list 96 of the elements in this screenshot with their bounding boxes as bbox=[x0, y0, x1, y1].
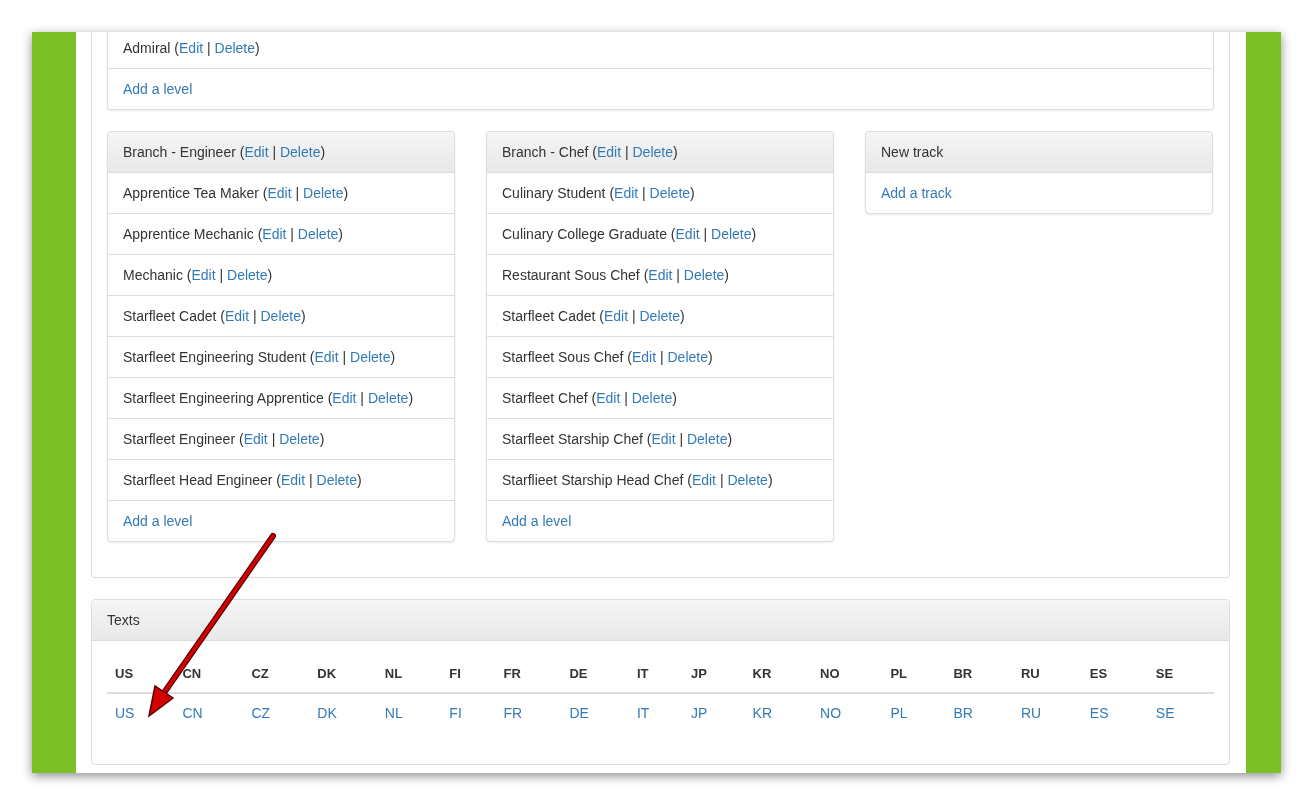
level-label: Culinary Student (Edit | Delete) bbox=[502, 185, 695, 201]
action-link[interactable]: Edit bbox=[243, 431, 268, 447]
action-link[interactable]: Edit bbox=[675, 226, 700, 242]
action-link[interactable]: Delete bbox=[350, 349, 391, 365]
language-link[interactable]: KR bbox=[752, 705, 773, 721]
column-header: BR bbox=[945, 656, 1013, 693]
language-link[interactable]: NO bbox=[820, 705, 842, 721]
action-link[interactable]: Edit bbox=[262, 226, 287, 242]
action-link[interactable]: Delete bbox=[303, 185, 344, 201]
action-link[interactable]: Edit bbox=[281, 472, 306, 488]
level-label: Mechanic (Edit | Delete) bbox=[123, 267, 273, 283]
action-link[interactable]: Edit bbox=[224, 308, 250, 324]
action-link[interactable]: Edit bbox=[191, 267, 216, 283]
column-header: KR bbox=[744, 656, 813, 693]
action-link[interactable]: Delete bbox=[711, 226, 752, 242]
level-label: Starfleet Chef (Edit | Delete) bbox=[502, 390, 677, 406]
language-link[interactable]: FR bbox=[503, 705, 523, 721]
action-link[interactable]: Delete bbox=[686, 431, 728, 447]
column-header: CZ bbox=[243, 656, 310, 693]
action-link[interactable]: Edit bbox=[244, 144, 269, 160]
language-link[interactable]: CN bbox=[182, 705, 203, 721]
level-label: Starfleet Cadet (Edit | Delete) bbox=[502, 308, 685, 324]
language-link[interactable]: US bbox=[115, 705, 135, 721]
action-link[interactable]: Delete bbox=[632, 144, 673, 160]
level-label: Starfleet Engineer (Edit | Delete) bbox=[123, 431, 325, 447]
action-link[interactable]: Edit bbox=[614, 185, 639, 201]
column-header: NL bbox=[376, 656, 442, 693]
action-link[interactable]: Delete bbox=[279, 431, 320, 447]
panel-title: Texts bbox=[107, 612, 140, 628]
action-link[interactable]: Delete bbox=[227, 267, 268, 283]
level-label: Admiral (Edit | Delete) bbox=[123, 40, 260, 56]
column-header: FI bbox=[441, 656, 496, 693]
level-label: Apprentice Tea Maker (Edit | Delete) bbox=[123, 185, 349, 201]
language-link[interactable]: JP bbox=[691, 705, 708, 721]
level-label: Starfleet Starship Chef (Edit | Delete) bbox=[502, 431, 733, 447]
action-link[interactable]: Edit bbox=[596, 390, 621, 406]
level-label: Starfleet Engineering Student (Edit | Delete) bbox=[123, 349, 396, 365]
level-label: Starfleet Engineering Apprentice (Edit | Delete) bbox=[123, 390, 414, 406]
action-link[interactable]: Delete bbox=[727, 472, 768, 488]
action-link[interactable]: Delete bbox=[639, 308, 680, 324]
action-link[interactable]: Delete bbox=[279, 144, 321, 160]
action-link[interactable]: Edit bbox=[648, 267, 673, 283]
action-link[interactable]: Edit bbox=[691, 472, 716, 488]
level-label: Restaurant Sous Chef (Edit | Delete) bbox=[502, 267, 729, 283]
action-link[interactable]: Delete bbox=[683, 267, 725, 283]
language-link[interactable]: PL bbox=[890, 705, 908, 721]
level-label: Apprentice Mechanic (Edit | Delete) bbox=[123, 226, 343, 242]
column-header: RU bbox=[1012, 656, 1082, 693]
language-link[interactable]: BR bbox=[953, 705, 973, 721]
action-link[interactable]: Delete bbox=[260, 308, 301, 324]
language-link[interactable]: SE bbox=[1155, 705, 1175, 721]
action-link[interactable]: Edit bbox=[332, 390, 357, 406]
column-header: FR bbox=[495, 656, 562, 693]
level-label: Starfleet Sous Chef (Edit | Delete) bbox=[502, 349, 713, 365]
column-header: IT bbox=[628, 656, 684, 693]
language-link[interactable]: IT bbox=[636, 705, 650, 721]
language-link[interactable]: NL bbox=[384, 705, 403, 721]
language-link[interactable]: DK bbox=[317, 705, 337, 721]
column-header: DK bbox=[309, 656, 377, 693]
track-title: Branch - Engineer (Edit | Delete) bbox=[123, 144, 326, 160]
language-link[interactable]: FI bbox=[449, 705, 462, 721]
action-link[interactable]: Edit bbox=[596, 144, 622, 160]
action-link[interactable]: Delete bbox=[214, 40, 256, 56]
action-link[interactable]: Edit bbox=[314, 349, 339, 365]
action-link[interactable]: Edit bbox=[651, 431, 676, 447]
level-label: Starfleet Head Engineer (Edit | Delete) bbox=[123, 472, 362, 488]
column-header: CN bbox=[174, 656, 244, 693]
action-link[interactable]: Edit bbox=[267, 185, 292, 201]
track-title: New track bbox=[881, 144, 944, 160]
action-link[interactable]: Delete bbox=[297, 226, 339, 242]
column-header: ES bbox=[1081, 656, 1148, 693]
add-link[interactable]: Add a level bbox=[123, 513, 193, 529]
action-link[interactable]: Edit bbox=[179, 40, 204, 56]
level-label: Starflieet Starship Head Chef (Edit | Delete) bbox=[502, 472, 773, 488]
column-header: SE bbox=[1147, 656, 1214, 693]
column-header: NO bbox=[812, 656, 883, 693]
language-link[interactable]: ES bbox=[1089, 705, 1109, 721]
action-link[interactable]: Edit bbox=[603, 308, 629, 324]
action-link[interactable]: Edit bbox=[631, 349, 657, 365]
column-header: PL bbox=[882, 656, 946, 693]
add-link[interactable]: Add a track bbox=[881, 185, 952, 201]
language-link[interactable]: CZ bbox=[251, 705, 271, 721]
level-label: Starfleet Cadet (Edit | Delete) bbox=[123, 308, 306, 324]
action-link[interactable]: Delete bbox=[631, 390, 673, 406]
track-title: Branch - Chef (Edit | Delete) bbox=[502, 144, 678, 160]
action-link[interactable]: Delete bbox=[316, 472, 357, 488]
action-link[interactable]: Delete bbox=[649, 185, 691, 201]
add-level-link[interactable]: Add a level bbox=[123, 81, 193, 97]
action-link[interactable]: Delete bbox=[667, 349, 708, 365]
column-header: JP bbox=[683, 656, 745, 693]
language-link[interactable]: DE bbox=[569, 705, 589, 721]
add-link[interactable]: Add a level bbox=[502, 513, 572, 529]
level-label: Culinary College Graduate (Edit | Delete) bbox=[502, 226, 757, 242]
action-link[interactable]: Delete bbox=[367, 390, 409, 406]
column-header: DE bbox=[561, 656, 629, 693]
language-link[interactable]: RU bbox=[1020, 705, 1042, 721]
